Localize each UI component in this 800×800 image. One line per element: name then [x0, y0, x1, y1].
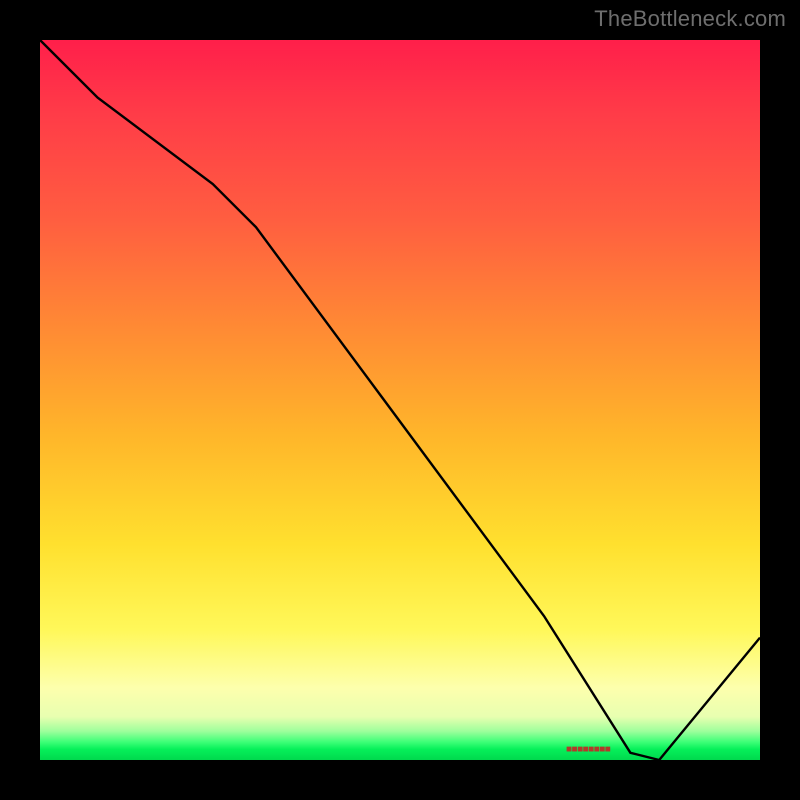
curve-path	[40, 40, 760, 760]
plot-border: ■■■■■■■■	[30, 30, 770, 770]
plot-area: ■■■■■■■■	[40, 40, 760, 760]
bottleneck-curve	[40, 40, 760, 760]
chart-frame: TheBottleneck.com ■■■■■■■■	[0, 0, 800, 800]
watermark-text: TheBottleneck.com	[594, 6, 786, 32]
optimal-region-marker: ■■■■■■■■	[566, 744, 610, 755]
